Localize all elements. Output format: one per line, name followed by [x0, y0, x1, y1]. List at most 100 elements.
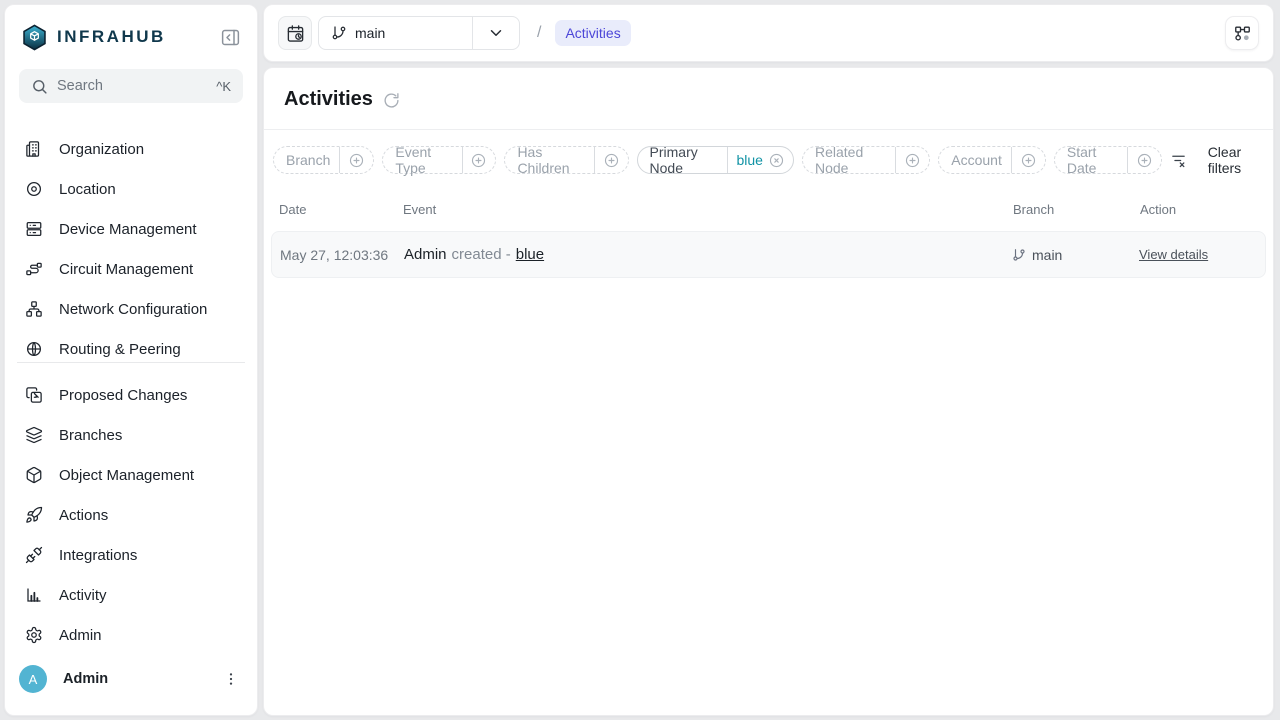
breadcrumb-separator: /: [537, 24, 541, 42]
user-menu-button[interactable]: [219, 667, 243, 691]
search-icon: [31, 78, 48, 95]
filter-chip-label: Branch: [274, 152, 339, 168]
sidebar-item-label: Location: [59, 181, 116, 198]
sidebar-item-label: Actions: [59, 507, 108, 524]
sidebar-item-circuit-management[interactable]: Circuit Management: [17, 249, 245, 289]
filter-chip-event-type[interactable]: Event Type: [382, 146, 496, 174]
git-branch-icon: [1012, 248, 1026, 262]
filter-x-icon: [1170, 152, 1187, 169]
plus-circle-icon[interactable]: [595, 152, 628, 169]
sidebar-item-label: Object Management: [59, 467, 194, 484]
branch-selector-toggle[interactable]: [473, 24, 519, 42]
user-name: Admin: [63, 671, 108, 687]
top-bar: main / Activities: [263, 4, 1274, 62]
table-header: Date Event Branch Action: [264, 186, 1273, 221]
sidebar-item-label: Network Configuration: [59, 301, 207, 318]
sidebar-item-label: Activity: [59, 587, 107, 604]
sidebar-item-activity[interactable]: Activity: [17, 575, 245, 615]
sidebar-item-label: Circuit Management: [59, 261, 193, 278]
filter-chip-label: Primary Node: [638, 144, 727, 176]
filter-chip-branch[interactable]: Branch: [273, 146, 374, 174]
sidebar-item-label: Admin: [59, 627, 102, 644]
plus-circle-icon[interactable]: [1012, 152, 1045, 169]
clear-filters-button[interactable]: Clear filters: [1170, 144, 1257, 176]
main-content: Activities Branch Event Type: [263, 67, 1274, 716]
filter-chip-label: Account: [939, 152, 1011, 168]
sidebar-item-location[interactable]: Location: [17, 169, 245, 209]
sidebar-item-proposed-changes[interactable]: Proposed Changes: [17, 375, 245, 415]
bar-chart-icon: [25, 586, 43, 604]
view-details-link[interactable]: View details: [1139, 247, 1208, 262]
schema-visualizer-button[interactable]: [1225, 16, 1259, 50]
plus-circle-icon[interactable]: [340, 152, 373, 169]
schema-graph-icon: [1233, 24, 1252, 43]
sidebar-item-actions[interactable]: Actions: [17, 495, 245, 535]
column-header-event: Event: [403, 202, 1013, 217]
user-menu[interactable]: A Admin: [19, 659, 243, 699]
route-icon: [25, 260, 43, 278]
refresh-button[interactable]: [383, 92, 400, 109]
branch-selector-value: main: [355, 25, 385, 41]
filter-bar: Branch Event Type Has Children: [264, 130, 1273, 186]
search-input[interactable]: Search ^K: [19, 69, 243, 103]
globe-icon: [25, 340, 43, 357]
box-icon: [25, 466, 43, 484]
git-branch-icon: [331, 25, 347, 41]
filter-chip-label: Has Children: [505, 144, 593, 176]
row-branch-name: main: [1032, 247, 1062, 263]
sidebar-item-device-management[interactable]: Device Management: [17, 209, 245, 249]
breadcrumb-activities[interactable]: Activities: [555, 20, 630, 46]
avatar: A: [19, 665, 47, 693]
rocket-icon: [25, 506, 43, 524]
sidebar-item-admin[interactable]: Admin: [17, 615, 245, 655]
search-shortcut: ^K: [216, 79, 231, 94]
filter-chip-related-node[interactable]: Related Node: [802, 146, 930, 174]
event-actor: Admin: [404, 246, 447, 263]
panel-collapse-icon: [220, 27, 241, 48]
diff-icon: [25, 386, 43, 404]
plus-circle-icon[interactable]: [1128, 152, 1161, 169]
sidebar-item-label: Organization: [59, 141, 144, 158]
layers-icon: [25, 426, 43, 444]
branch-selector[interactable]: main: [318, 16, 520, 50]
brand-name: INFRAHUB: [57, 27, 166, 47]
server-icon: [25, 220, 43, 238]
filter-chip-account[interactable]: Account: [938, 146, 1046, 174]
sidebar: INFRAHUB Search ^K Organiza: [4, 4, 258, 716]
sidebar-item-network-configuration[interactable]: Network Configuration: [17, 289, 245, 329]
infrahub-logo-icon: [21, 24, 48, 51]
kebab-menu-icon: [223, 671, 239, 687]
filter-chip-has-children[interactable]: Has Children: [504, 146, 628, 174]
sidebar-item-organization[interactable]: Organization: [17, 129, 245, 169]
sidebar-item-label: Integrations: [59, 547, 137, 564]
sidebar-item-label: Branches: [59, 427, 122, 444]
filter-chip-start-date[interactable]: Start Date: [1054, 146, 1162, 174]
sidebar-item-routing-peering[interactable]: Routing & Peering: [17, 329, 245, 357]
x-circle-icon[interactable]: [768, 152, 793, 169]
filter-chip-value: blue: [728, 152, 768, 168]
event-object-link[interactable]: blue: [516, 246, 544, 263]
brand-header: INFRAHUB: [5, 5, 257, 55]
filter-chip-label: Related Node: [803, 144, 895, 176]
plus-circle-icon[interactable]: [896, 152, 929, 169]
collapse-sidebar-button[interactable]: [218, 25, 243, 50]
row-date: May 27, 12:03:36: [280, 247, 404, 263]
sidebar-item-branches[interactable]: Branches: [17, 415, 245, 455]
table-row[interactable]: May 27, 12:03:36 Admin created - blue ma…: [271, 231, 1266, 278]
row-event: Admin created - blue: [404, 246, 1012, 263]
sidebar-item-integrations[interactable]: Integrations: [17, 535, 245, 575]
filter-chip-label: Start Date: [1055, 144, 1127, 176]
chevron-down-icon: [487, 24, 505, 42]
event-verb: created -: [452, 246, 511, 263]
calendar-clock-icon: [286, 24, 305, 43]
filter-chip-label: Event Type: [383, 144, 461, 176]
sidebar-item-label: Device Management: [59, 221, 197, 238]
time-travel-button[interactable]: [278, 16, 312, 50]
location-icon: [25, 180, 43, 198]
sidebar-item-object-management[interactable]: Object Management: [17, 455, 245, 495]
plus-circle-icon[interactable]: [462, 152, 495, 169]
gear-icon: [25, 626, 43, 644]
column-header-date: Date: [279, 202, 403, 217]
search-placeholder: Search: [57, 78, 103, 94]
filter-chip-primary-node[interactable]: Primary Node blue: [637, 146, 794, 174]
